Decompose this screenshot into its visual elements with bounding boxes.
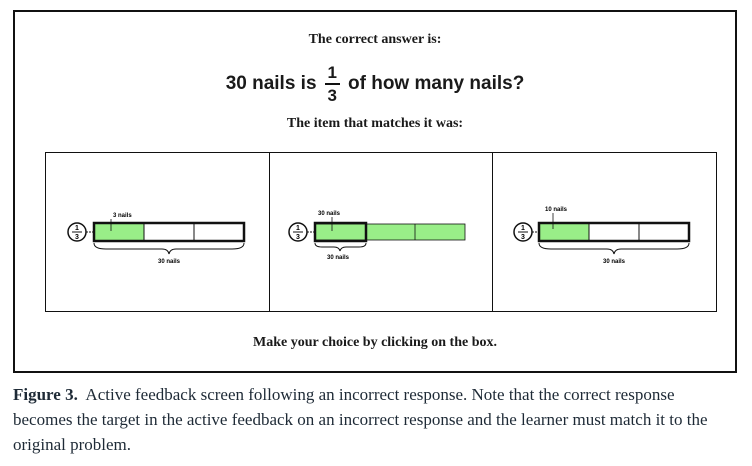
bar-top-label: 30 nails xyxy=(318,211,341,217)
bar-segment-green xyxy=(94,223,144,241)
figure-caption: Figure 3. Active feedback screen followi… xyxy=(13,382,738,457)
fraction-circle-icon: 1 3 xyxy=(287,222,315,242)
brace xyxy=(314,242,367,252)
bar-bottom-label: 30 nails xyxy=(327,255,350,261)
bar-top-label: 3 nails xyxy=(113,213,132,219)
correct-answer-heading: The correct answer is: xyxy=(308,32,442,47)
match-heading: The item that matches it was: xyxy=(286,116,464,131)
circle-numerator: 1 xyxy=(75,225,79,232)
fraction-circle-icon: 1 3 xyxy=(67,222,94,242)
brace xyxy=(538,242,690,255)
question-suffix: of how many nails? xyxy=(348,73,525,94)
choice-box-1[interactable]: 1 3 3 nails 30 nails xyxy=(46,153,269,311)
question-fraction: 1 3 xyxy=(324,64,340,105)
circle-denominator: 3 xyxy=(296,234,300,241)
circle-denominator: 3 xyxy=(75,234,79,241)
fraction-bar xyxy=(314,223,466,241)
fraction-denominator: 3 xyxy=(327,86,337,105)
question-text: 30 nails is 1 3 of how many nails? xyxy=(15,64,735,104)
bar-bottom-label: 30 nails xyxy=(603,259,626,265)
bar-segment-green xyxy=(539,223,590,241)
bar-bottom-label: 30 nails xyxy=(158,259,181,265)
instruction-text: Make your choice by clicking on the box. xyxy=(253,335,497,350)
feedback-screen: The correct answer is: 30 nails is 1 3 o… xyxy=(13,10,737,373)
brace xyxy=(93,242,245,255)
caption-label: Figure 3. xyxy=(13,385,78,404)
circle-numerator: 1 xyxy=(521,225,525,232)
choice-box-2[interactable]: 1 3 30 nails 30 nails xyxy=(268,153,493,311)
caption-text: Active feedback screen following an inco… xyxy=(13,385,708,454)
circle-numerator: 1 xyxy=(296,225,300,232)
fraction-circle-icon: 1 3 xyxy=(513,222,540,242)
bar-top-label: 10 nails xyxy=(545,207,568,213)
choice-box-3[interactable]: 1 3 10 nails 30 nails xyxy=(492,153,716,311)
circle-denominator: 3 xyxy=(521,234,525,241)
fraction-numerator: 1 xyxy=(324,64,340,85)
question-prefix: 30 nails is xyxy=(225,73,317,94)
choice-boxes: 1 3 3 nails 30 nails 1 3 30 nails 30 nai… xyxy=(45,152,717,312)
